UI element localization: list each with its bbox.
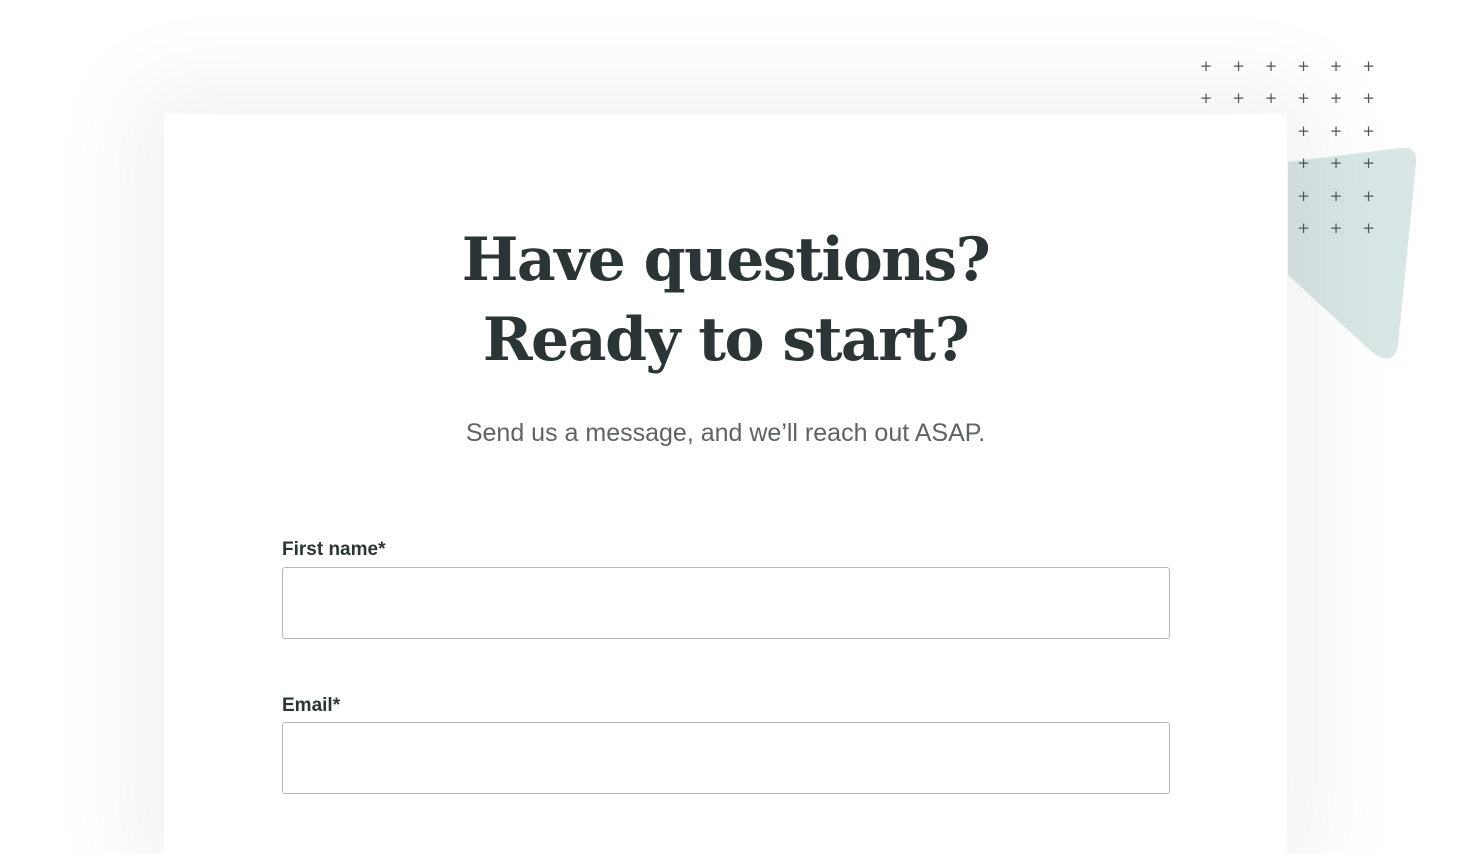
plus-mark: + <box>1232 89 1245 108</box>
plus-mark: + <box>1264 89 1278 108</box>
contact-form-card: Have questions? Ready to start? Send us … <box>164 114 1287 854</box>
plus-mark: + <box>1329 154 1343 173</box>
email-label: Email* <box>282 695 341 716</box>
plus-mark: + <box>1362 121 1375 140</box>
plus-mark: + <box>1264 57 1278 75</box>
plus-mark: + <box>1329 121 1343 140</box>
plus-mark: + <box>1362 219 1375 237</box>
plus-mark: + <box>1362 89 1375 108</box>
plus-mark: + <box>1329 219 1343 237</box>
plus-mark: + <box>1362 57 1375 75</box>
plus-mark: + <box>1297 219 1310 237</box>
page-subtitle: Send us a message, and we’ll reach out A… <box>465 419 986 447</box>
plus-mark: + <box>1329 57 1343 75</box>
plus-mark: + <box>1199 89 1213 108</box>
plus-mark: + <box>1362 154 1375 173</box>
title-line-2: Ready to start? <box>482 305 970 375</box>
plus-mark: + <box>1362 186 1375 205</box>
plus-mark: + <box>1297 154 1310 173</box>
plus-mark: + <box>1199 57 1213 75</box>
plus-mark: + <box>1297 89 1310 108</box>
title-line-1: Have questions? <box>461 225 991 295</box>
first-name-input[interactable] <box>282 567 1170 639</box>
plus-mark: + <box>1329 89 1343 108</box>
plus-mark: + <box>1297 186 1310 205</box>
plus-mark: + <box>1297 121 1310 140</box>
page-title: Have questions? Ready to start? <box>164 220 1287 380</box>
decorative-plus-grid: + + + + + + + + + + + + + + + + + + + + + + + + <box>1192 52 1388 242</box>
plus-mark: + <box>1329 186 1343 205</box>
first-name-label: First name* <box>282 539 386 560</box>
plus-mark: + <box>1232 57 1245 75</box>
email-input[interactable] <box>282 722 1170 794</box>
plus-mark: + <box>1297 57 1310 75</box>
